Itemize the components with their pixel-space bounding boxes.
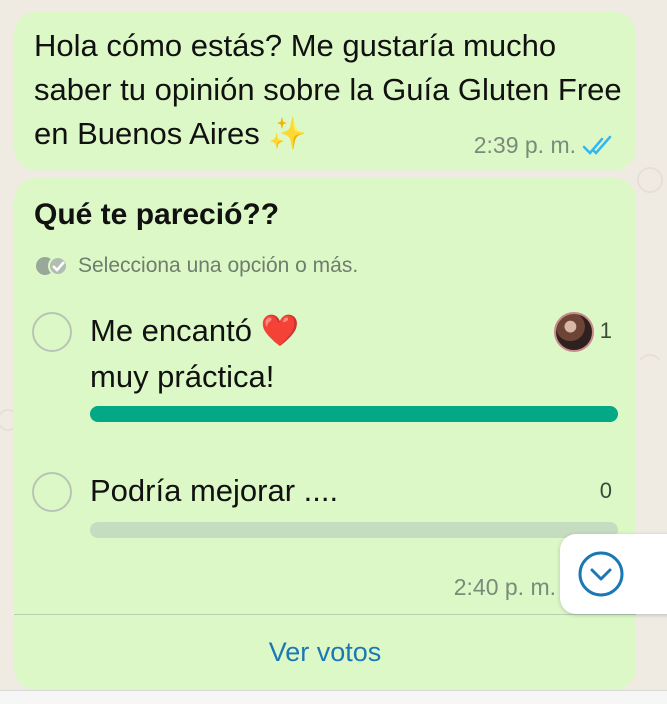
poll-option-2[interactable]: Podría mejorar .... 0: [32, 468, 618, 538]
multi-select-check-icon: [36, 256, 68, 276]
poll-meta: 2:40 p. m.: [454, 574, 556, 601]
poll-hint: Selecciona una opción o más.: [34, 254, 358, 278]
poll-hint-text: Selecciona una opción o más.: [78, 254, 359, 277]
poll-option-label: Podría mejorar ....: [90, 473, 339, 508]
scroll-to-bottom-button[interactable]: [560, 534, 667, 614]
double-check-read-icon: [582, 135, 612, 155]
poll-option-label: Me encantó ❤️ muy práctica!: [90, 313, 300, 394]
view-votes-button[interactable]: Ver votos: [14, 614, 636, 690]
radio-button[interactable]: [32, 472, 72, 512]
vote-bar-track: [90, 522, 618, 538]
poll-option-count: 1: [599, 318, 612, 343]
poll-title: Qué te pareció??: [34, 198, 280, 231]
radio-button[interactable]: [32, 312, 72, 352]
vote-bar-track: [90, 406, 618, 422]
poll-time: 2:40 p. m.: [453, 574, 556, 600]
composer-edge: [0, 690, 667, 704]
message-time: 2:39 p. m.: [473, 132, 576, 158]
poll-bubble: Qué te pareció?? Selecciona una opción o…: [14, 178, 636, 690]
poll-option-1[interactable]: Me encantó ❤️ muy práctica! 1: [32, 308, 618, 428]
chevron-down-circle-icon: [578, 551, 624, 597]
message-bubble-1[interactable]: Hola cómo estás? Me gustaría mucho saber…: [14, 12, 636, 170]
voter-avatar[interactable]: [554, 312, 594, 352]
message-meta: 2:39 p. m.: [474, 132, 614, 159]
vote-bar-fill: [90, 406, 618, 422]
poll-option-count: 0: [599, 478, 612, 503]
